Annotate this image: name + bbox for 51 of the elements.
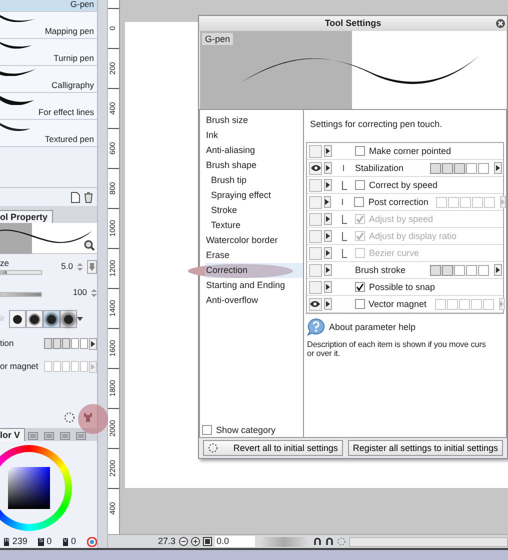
category-item[interactable]: Ink [205, 128, 303, 143]
angle-field[interactable]: 0.0 [214, 536, 255, 547]
property-label: ze [0, 258, 9, 268]
channel-value: 0 [70, 536, 76, 547]
brush-item[interactable]: For effect lines [0, 93, 97, 120]
setting-label: Stabilization [355, 162, 404, 174]
property-label: tion [0, 338, 14, 348]
setting-label: Correct by speed [369, 180, 438, 190]
setting-label: Post correction [368, 196, 428, 208]
help-text: or over it. [307, 349, 342, 359]
category-item[interactable]: Anti-aliasing [205, 143, 303, 158]
setting-label: Adjust by speed [369, 214, 434, 224]
setting-label: Make corner pointed [369, 146, 452, 156]
setting-label: Brush stroke [355, 264, 406, 276]
category-item[interactable]: Brush size [205, 113, 303, 128]
window-title: Tool Settings [324, 18, 382, 29]
dialog-button[interactable]: Register all settings to initial settings [348, 440, 503, 456]
checkbox-label: Show category [216, 424, 276, 435]
property-label: ir [0, 314, 5, 324]
preview-label: G-pen [202, 33, 234, 46]
brush-item[interactable]: Mapping pen [0, 12, 97, 39]
category-item[interactable]: Brush shape [205, 158, 303, 173]
category-item[interactable]: Anti-overflow [205, 293, 303, 308]
brush-item[interactable]: Turnip pen [0, 39, 97, 66]
category-item[interactable]: Spraying effect [205, 188, 303, 203]
category-item[interactable]: Erase [205, 248, 303, 263]
property-label: or magnet [0, 362, 38, 372]
setting-label: Bezier curve [369, 248, 420, 258]
description-text: Settings for correcting pen touch. [310, 119, 442, 129]
category-item[interactable]: Correction [205, 263, 303, 278]
category-item[interactable]: Texture [205, 218, 303, 233]
value-text: 5.0 [61, 262, 73, 272]
value-text: 100 [72, 288, 87, 298]
panel-tab[interactable]: lor V [0, 428, 26, 441]
dialog-button[interactable]: Revert all to initial settings [203, 440, 343, 456]
category-item[interactable]: Brush tip [205, 173, 303, 188]
brush-item[interactable]: Calligraphy [0, 66, 97, 93]
channel-value: 0 [46, 536, 52, 547]
channel-value: 239 [12, 536, 28, 547]
setting-label: Adjust by display ratio [369, 230, 457, 242]
category-item[interactable]: Stroke [205, 203, 303, 218]
brush-item[interactable]: Textured pen [0, 120, 97, 147]
category-item[interactable]: Starting and Ending [205, 278, 303, 293]
panel-tab[interactable]: ol Property [0, 210, 53, 223]
category-item[interactable]: Watercolor border [205, 233, 303, 248]
setting-label: Vector magnet [368, 298, 427, 310]
help-title: About parameter help [329, 322, 416, 332]
help-text: Description of each item is shown if you move curs [307, 340, 487, 350]
setting-label: Possible to snap [369, 282, 436, 292]
brush-item[interactable]: G-pen [0, 0, 97, 12]
zoom-value: 27.3 [158, 536, 176, 547]
